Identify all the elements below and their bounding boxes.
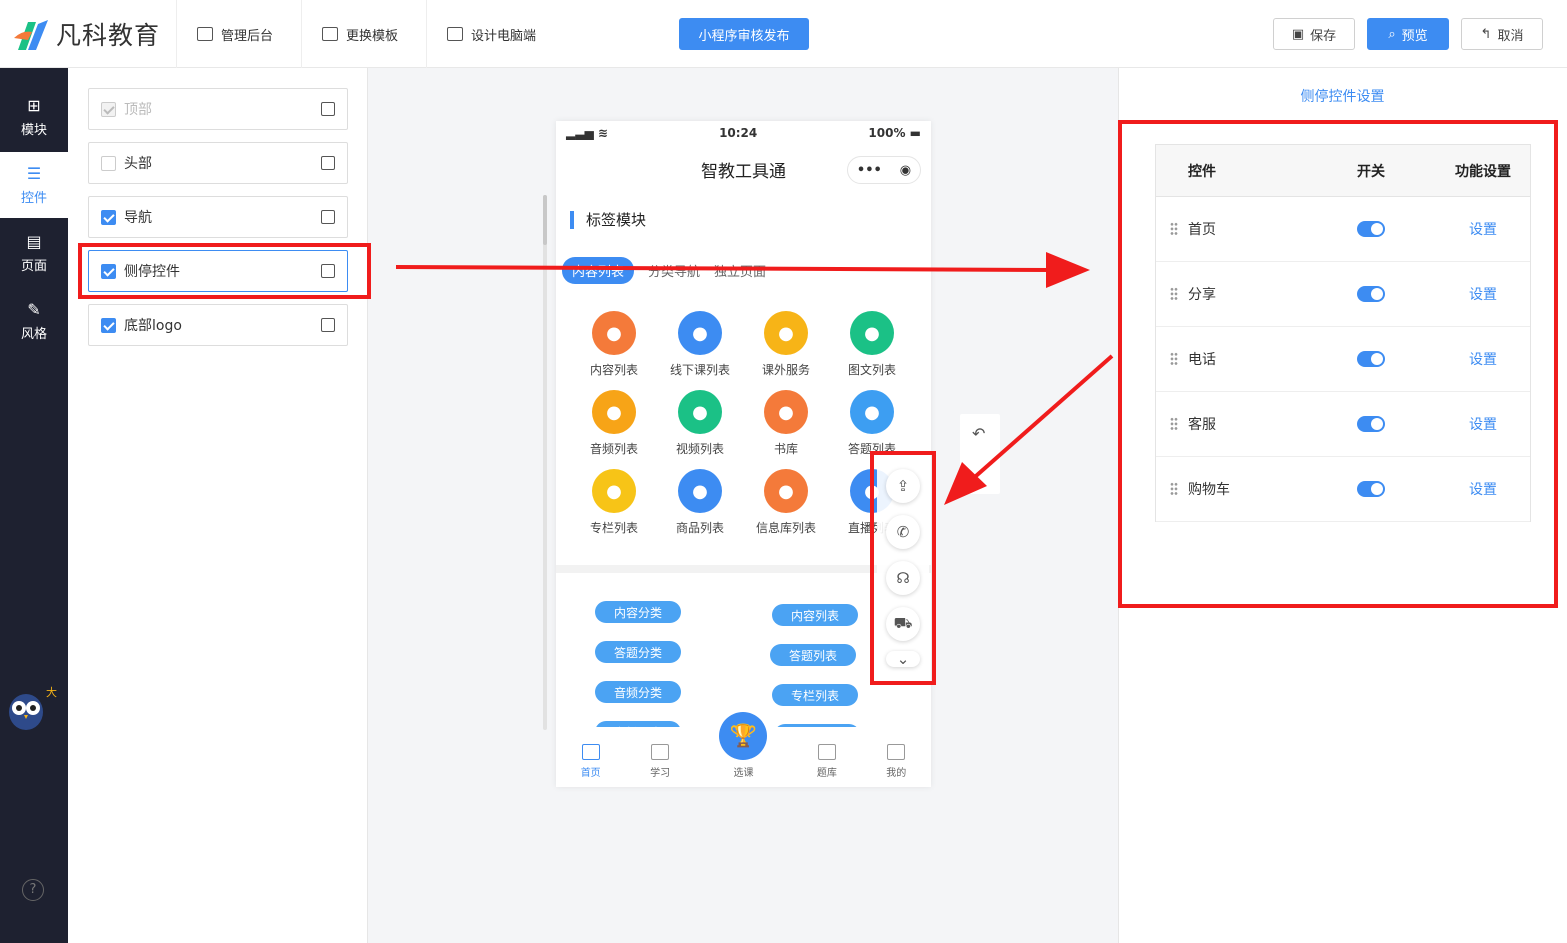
annotation-arrows	[395, 252, 1114, 505]
